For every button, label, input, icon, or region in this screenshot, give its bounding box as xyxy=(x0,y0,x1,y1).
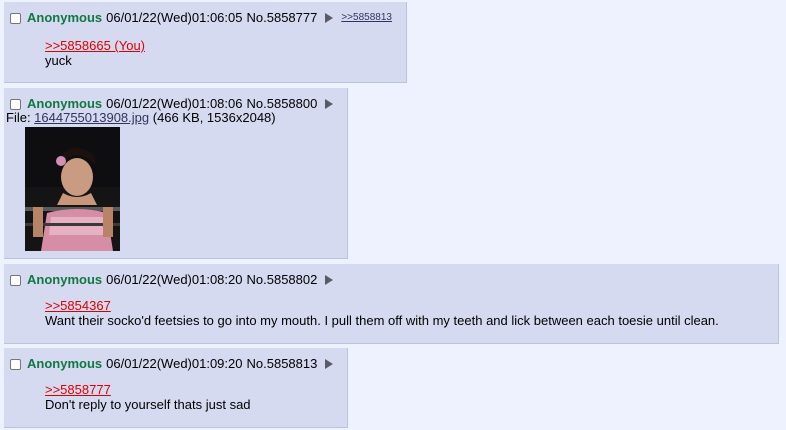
quote-link[interactable]: >>5858777 xyxy=(45,382,111,397)
post-number[interactable]: No.5858802 xyxy=(247,272,318,288)
post-message: Don't reply to yourself thats just sad xyxy=(45,397,251,412)
reply-post: Anonymous 06/01/22(Wed)01:08:20 No.58588… xyxy=(4,264,779,344)
quote-link[interactable]: >>5854367 xyxy=(45,298,111,313)
reply-post: Anonymous 06/01/22(Wed)01:09:20 No.58588… xyxy=(4,348,348,428)
backlink[interactable]: >>5858813 xyxy=(341,10,392,26)
post-number[interactable]: No.5858813 xyxy=(247,356,318,372)
file-link[interactable]: 1644755013908.jpg xyxy=(34,110,149,125)
image-thumbnail[interactable] xyxy=(25,127,120,251)
post-message: Want their socko'd feetsies to go into m… xyxy=(45,313,719,328)
checkbox-icon[interactable] xyxy=(10,358,21,370)
thumbnail-image xyxy=(25,127,120,251)
post-message: yuck xyxy=(45,53,72,68)
reply-post: Anonymous 06/01/22(Wed)01:06:05 No.58587… xyxy=(4,2,407,83)
post-menu-icon[interactable] xyxy=(325,13,334,23)
post-header: Anonymous 06/01/22(Wed)01:08:20 No.58588… xyxy=(10,272,334,288)
file-meta: (466 KB, 1536x2048) xyxy=(149,110,276,125)
file-label: File: xyxy=(6,110,35,125)
post-header: Anonymous 06/01/22(Wed)01:09:20 No.58588… xyxy=(10,356,334,372)
poster-name: Anonymous xyxy=(27,356,103,371)
post-number[interactable]: No.5858777 xyxy=(247,10,318,26)
poster-name: Anonymous xyxy=(27,272,103,287)
post-menu-icon[interactable] xyxy=(325,359,334,369)
post-datetime: 06/01/22(Wed)01:08:20 xyxy=(106,272,243,287)
poster-name: Anonymous xyxy=(27,10,103,25)
file-info: File: 1644755013908.jpg (466 KB, 1536x20… xyxy=(6,110,276,125)
checkbox-icon[interactable] xyxy=(10,12,21,24)
post-menu-icon[interactable] xyxy=(325,275,334,285)
post-datetime: 06/01/22(Wed)01:09:20 xyxy=(106,356,243,371)
quote-link[interactable]: >>5858665 (You) xyxy=(45,38,145,53)
post-menu-icon[interactable] xyxy=(325,99,334,109)
post-datetime: 06/01/22(Wed)01:06:05 xyxy=(106,10,243,25)
reply-post: Anonymous 06/01/22(Wed)01:08:06 No.58588… xyxy=(4,88,348,259)
checkbox-icon[interactable] xyxy=(10,274,21,286)
post-header: Anonymous 06/01/22(Wed)01:06:05 No.58587… xyxy=(10,10,392,26)
checkbox-icon[interactable] xyxy=(10,98,21,110)
